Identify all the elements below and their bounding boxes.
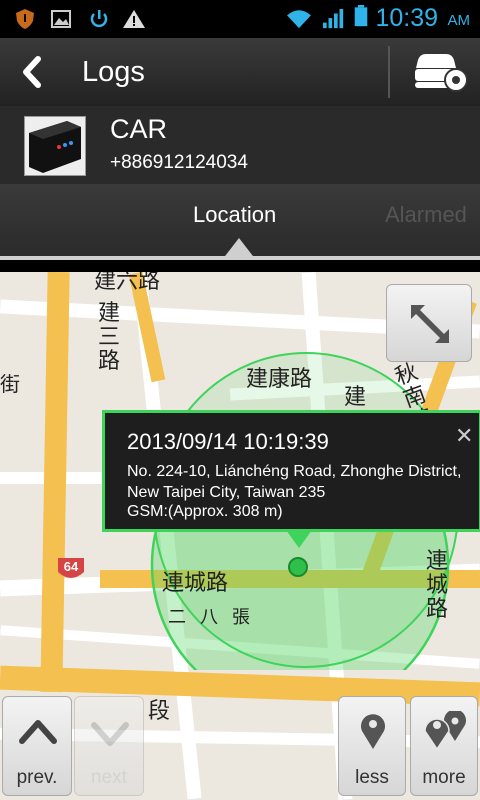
- map-road: [0, 727, 480, 749]
- tab-location[interactable]: Location: [193, 202, 276, 228]
- clock-ampm: AM: [447, 12, 471, 29]
- chevron-down-icon: [91, 722, 129, 746]
- map-label: 建三路: [98, 301, 121, 374]
- popup-gsm-accuracy: GSM:(Approx. 308 m): [127, 503, 283, 520]
- status-bar: 10:39 AM: [0, 0, 480, 38]
- popup-datetime: 2013/09/14 10:19:39: [127, 429, 329, 454]
- tab-alarmed[interactable]: Alarmed: [385, 202, 467, 228]
- map-pin-icon: [361, 714, 385, 749]
- image-icon: [51, 10, 71, 28]
- location-info-popup[interactable]: 2013/09/14 10:19:39 No. 224-10, Liánchén…: [102, 410, 480, 532]
- next-button[interactable]: next: [74, 696, 144, 796]
- header-divider: [388, 46, 390, 98]
- warning-icon: [123, 10, 145, 28]
- map-label: 建康路: [246, 367, 313, 392]
- more-button[interactable]: more: [410, 696, 478, 796]
- tracker-device-image: [29, 121, 81, 173]
- map-label: 連城路: [426, 549, 449, 622]
- map-main-road: [0, 665, 480, 707]
- route-badge-label: 64: [63, 559, 79, 574]
- map-label: 二八張: [168, 607, 264, 628]
- power-icon: [90, 10, 108, 28]
- action-bar: Logs: [0, 38, 480, 108]
- back-arrow-icon[interactable]: [18, 56, 46, 88]
- less-label: less: [355, 767, 389, 788]
- device-name: CAR: [110, 114, 168, 144]
- device-settings-icon[interactable]: [412, 50, 470, 96]
- map-label: 建: [344, 385, 367, 410]
- popup-pointer: [286, 530, 312, 548]
- map-label: 建六路: [94, 272, 161, 294]
- less-button[interactable]: less: [338, 696, 406, 796]
- tab-bar: Location Alarmed: [0, 184, 480, 260]
- multiple-pins-icon: [424, 711, 466, 751]
- expand-arrows-icon: [411, 305, 449, 343]
- prev-label: prev.: [16, 767, 58, 788]
- fullscreen-button[interactable]: [386, 284, 472, 362]
- wifi-icon: [287, 10, 311, 29]
- next-label: next: [91, 767, 127, 788]
- shield-alert-icon: [16, 9, 34, 29]
- map-label: 連城路: [162, 571, 229, 596]
- device-phone: +886912124034: [110, 152, 248, 173]
- more-label: more: [422, 767, 466, 788]
- location-marker[interactable]: [287, 556, 309, 578]
- tab-active-pointer: [222, 238, 256, 260]
- map-view[interactable]: 建六路 建三路 建康路 建 秋南路 連城路 二八張 段 連城路 街 64: [0, 272, 480, 800]
- map-label: 街: [0, 372, 20, 396]
- popup-address: No. 224-10, Liánchéng Road, Zhonghe Dist…: [127, 463, 462, 501]
- chevron-up-icon: [19, 720, 57, 744]
- prev-button[interactable]: prev.: [2, 696, 72, 796]
- device-row[interactable]: CAR +886912124034: [0, 106, 480, 185]
- clock: 10:39: [375, 4, 438, 32]
- route-badge: 64: [56, 554, 86, 584]
- popup-close-button[interactable]: ✕: [455, 423, 473, 449]
- map-label: 段: [148, 699, 171, 724]
- signal-icon: [323, 8, 344, 29]
- battery-icon: [354, 5, 368, 27]
- page-title: Logs: [82, 56, 145, 88]
- device-thumbnail: [24, 116, 86, 176]
